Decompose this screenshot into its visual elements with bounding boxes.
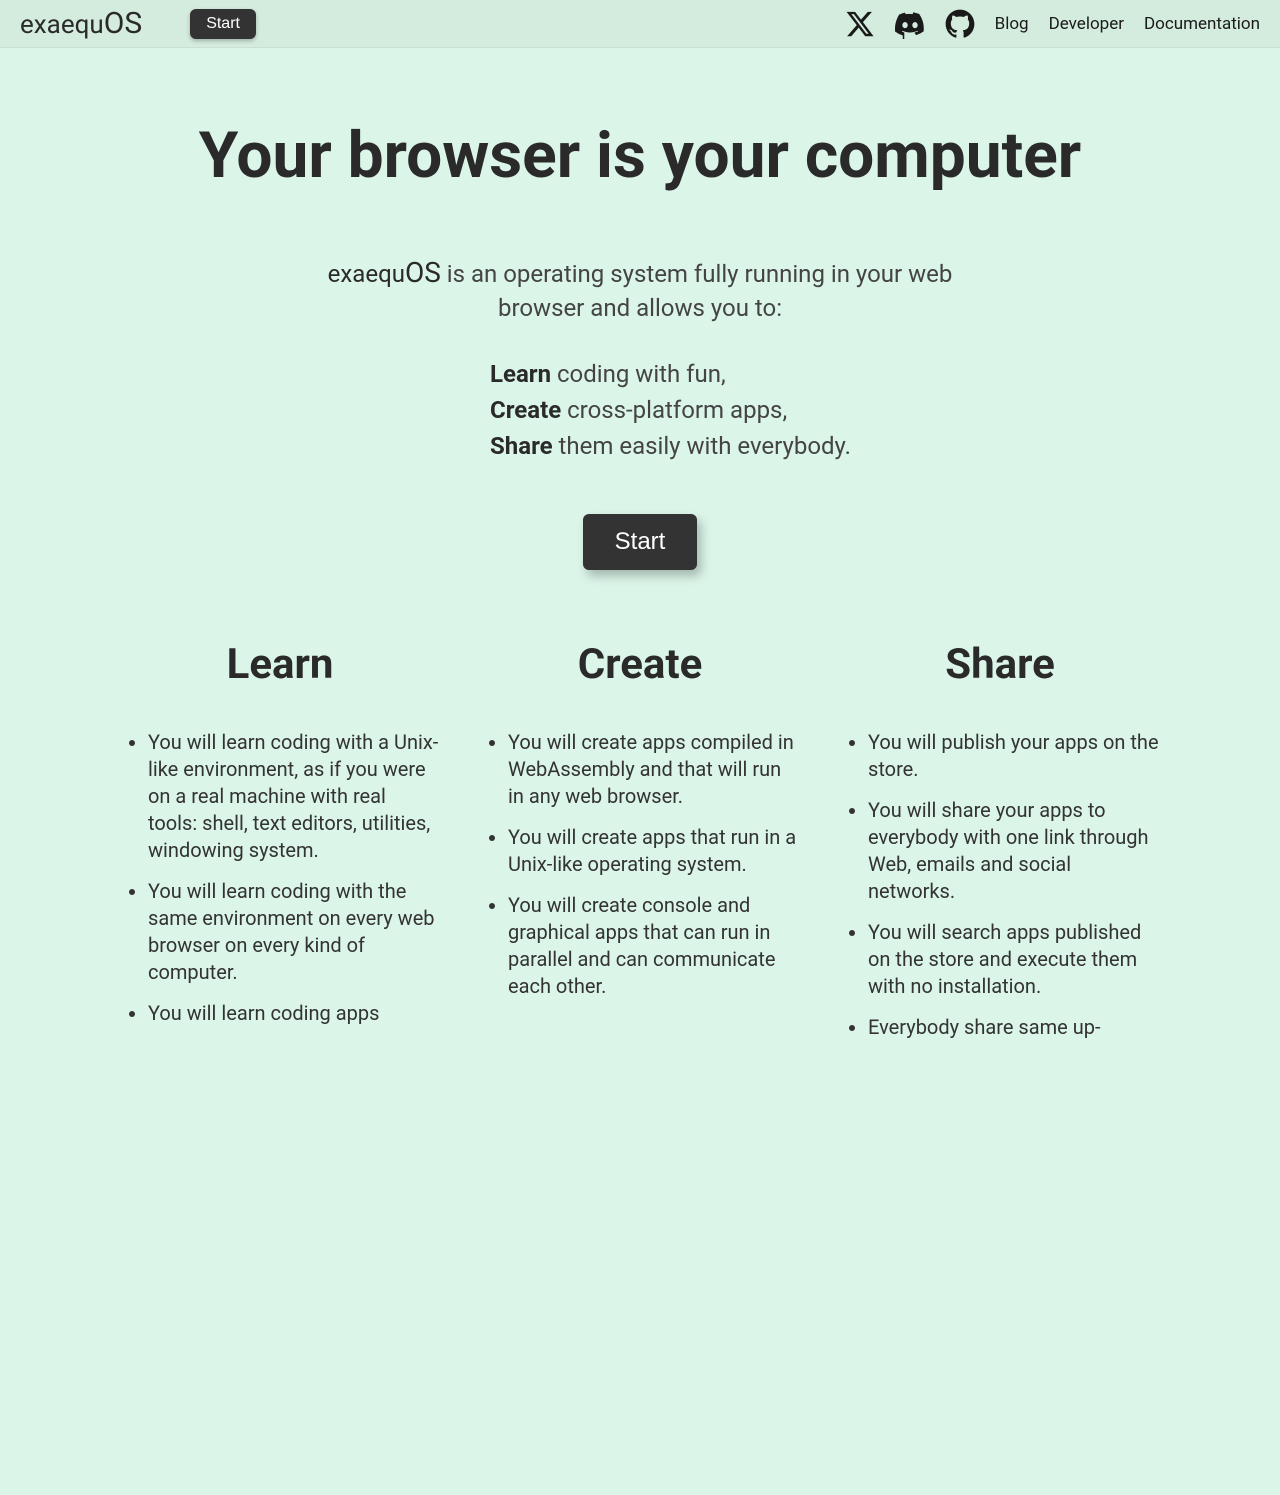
hero-title: Your browser is your computer (40, 118, 1240, 193)
list-item: You will create apps that run in a Unix-… (508, 824, 800, 878)
column-create: Create You will create apps compiled in … (470, 640, 810, 1055)
nav-blog[interactable]: Blog (995, 14, 1029, 34)
github-icon[interactable] (945, 9, 975, 39)
column-share: Share You will publish your apps on the … (830, 640, 1170, 1055)
list-item: You will learn coding with a Unix-like e… (148, 729, 440, 864)
list-item: Everybody share same up- (868, 1014, 1160, 1041)
list-item: You will share your apps to everybody wi… (868, 797, 1160, 905)
nav-developer[interactable]: Developer (1049, 14, 1124, 34)
start-button-header[interactable]: Start (190, 9, 256, 39)
header-nav: Blog Developer Documentation (845, 9, 1260, 39)
list-item: You will learn coding apps (148, 1000, 440, 1027)
list-item: You will create console and graphical ap… (508, 892, 800, 1000)
column-learn-title: Learn (120, 640, 440, 689)
intro-text: exaequOS is an operating system fully ru… (290, 253, 990, 326)
header: exaequOS Start Blog Developer Documentat… (0, 0, 1280, 48)
main-content: Your browser is your computer exaequOS i… (0, 48, 1280, 1495)
logo[interactable]: exaequOS (20, 6, 142, 41)
list-item: You will search apps published on the st… (868, 919, 1160, 1000)
columns: Learn You will learn coding with a Unix-… (110, 640, 1170, 1055)
list-item: You will learn coding with the same envi… (148, 878, 440, 986)
column-share-title: Share (840, 640, 1160, 689)
list-item: You will publish your apps on the store. (868, 729, 1160, 783)
column-learn: Learn You will learn coding with a Unix-… (110, 640, 450, 1055)
list-item: You will create apps compiled in WebAsse… (508, 729, 800, 810)
start-button-main[interactable]: Start (583, 514, 698, 570)
discord-icon[interactable] (895, 9, 925, 39)
x-twitter-icon[interactable] (845, 9, 875, 39)
features-inline: Learn coding with fun, Create cross-plat… (390, 356, 890, 464)
nav-documentation[interactable]: Documentation (1144, 14, 1260, 34)
column-create-title: Create (480, 640, 800, 689)
